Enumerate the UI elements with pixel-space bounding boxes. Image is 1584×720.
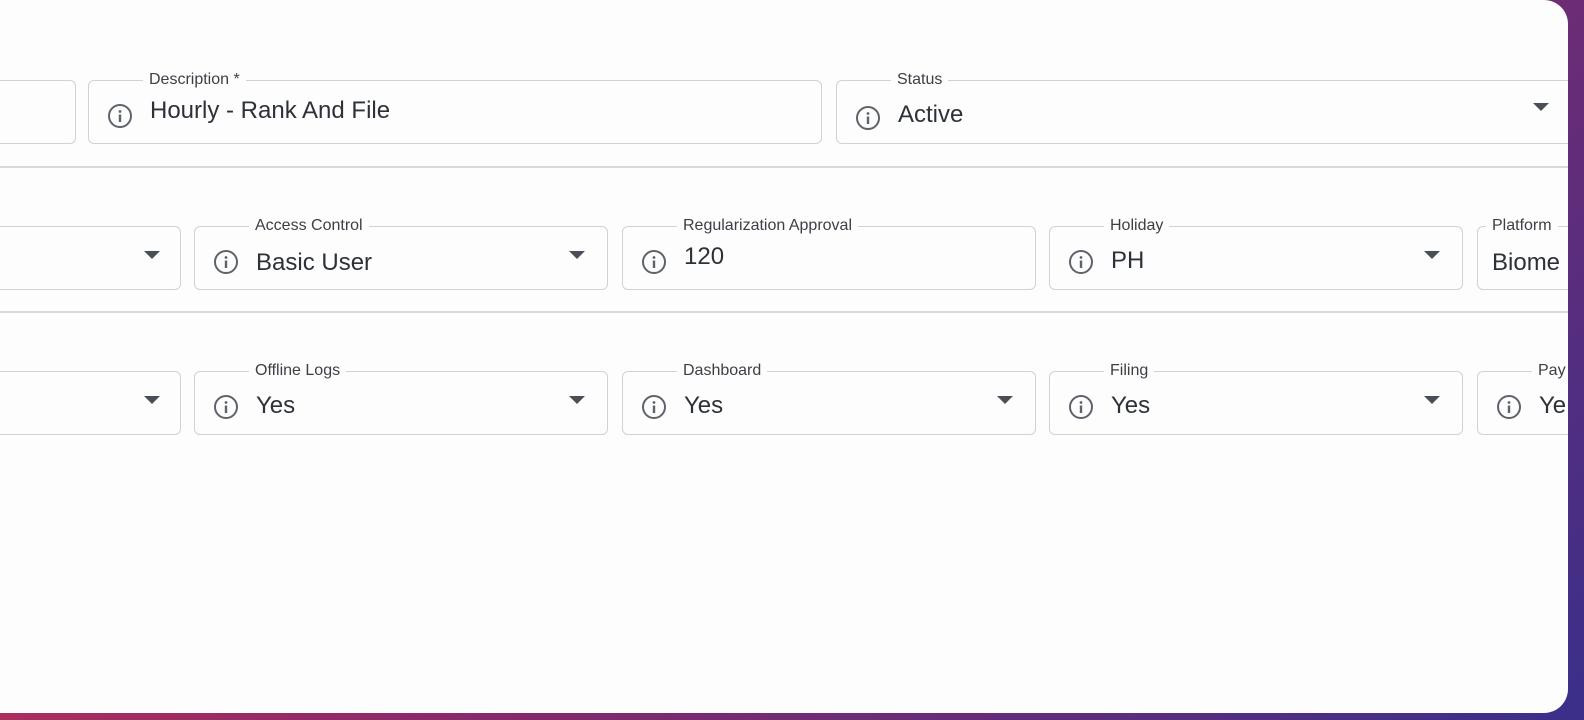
pay-label: Pay bbox=[1532, 362, 1568, 380]
truncated-field-left-row1[interactable] bbox=[0, 80, 76, 144]
filing-select[interactable]: Filing Yes bbox=[1049, 362, 1463, 435]
dashboard-select[interactable]: Dashboard Yes bbox=[622, 362, 1036, 435]
info-icon[interactable] bbox=[855, 105, 881, 131]
section-divider bbox=[0, 166, 1568, 168]
regularization-approval-input[interactable]: 120 bbox=[684, 243, 724, 271]
info-icon[interactable] bbox=[641, 249, 667, 275]
platform-label: Platform bbox=[1486, 217, 1558, 235]
platform-value: Biome bbox=[1492, 249, 1561, 276]
platform-field[interactable]: Platform Biome bbox=[1477, 217, 1568, 290]
section-divider bbox=[0, 311, 1568, 313]
status-select[interactable]: Status Active bbox=[836, 71, 1568, 144]
status-label: Status bbox=[891, 71, 949, 89]
form-card: Description * Hourly - Rank And File Sta… bbox=[0, 0, 1568, 713]
holiday-label: Holiday bbox=[1104, 217, 1170, 235]
info-icon[interactable] bbox=[641, 394, 667, 420]
dropdown-caret-icon[interactable] bbox=[144, 251, 160, 259]
pay-value: Ye bbox=[1539, 392, 1567, 419]
holiday-value: PH bbox=[1111, 247, 1145, 274]
status-value: Active bbox=[898, 101, 964, 128]
info-icon[interactable] bbox=[213, 394, 239, 420]
info-icon[interactable] bbox=[1068, 394, 1094, 420]
truncated-select-left-row2[interactable] bbox=[0, 226, 181, 290]
offline-logs-value: Yes bbox=[256, 392, 296, 419]
dropdown-caret-icon[interactable] bbox=[1533, 103, 1549, 111]
offline-logs-label: Offline Logs bbox=[249, 362, 347, 380]
filing-label: Filing bbox=[1104, 362, 1155, 380]
regularization-approval-label: Regularization Approval bbox=[677, 217, 858, 235]
info-icon[interactable] bbox=[1068, 249, 1094, 275]
dashboard-label: Dashboard bbox=[677, 362, 768, 380]
dropdown-caret-icon[interactable] bbox=[569, 396, 585, 404]
info-icon[interactable] bbox=[107, 103, 133, 129]
dropdown-caret-icon[interactable] bbox=[1424, 251, 1440, 259]
description-label: Description * bbox=[143, 71, 246, 89]
dropdown-caret-icon[interactable] bbox=[144, 396, 160, 404]
info-icon[interactable] bbox=[213, 249, 239, 275]
offline-logs-select[interactable]: Offline Logs Yes bbox=[194, 362, 608, 435]
description-field[interactable]: Description * Hourly - Rank And File bbox=[88, 71, 822, 144]
dashboard-value: Yes bbox=[684, 392, 724, 419]
regularization-approval-field[interactable]: Regularization Approval 120 bbox=[622, 217, 1036, 290]
filing-value: Yes bbox=[1111, 392, 1151, 419]
dropdown-caret-icon[interactable] bbox=[1424, 396, 1440, 404]
truncated-select-left-row3[interactable] bbox=[0, 371, 181, 435]
access-control-label: Access Control bbox=[249, 217, 369, 235]
access-control-select[interactable]: Access Control Basic User bbox=[194, 217, 608, 290]
access-control-value: Basic User bbox=[256, 249, 373, 276]
holiday-select[interactable]: Holiday PH bbox=[1049, 217, 1463, 290]
dropdown-caret-icon[interactable] bbox=[997, 396, 1013, 404]
description-input[interactable]: Hourly - Rank And File bbox=[150, 97, 390, 125]
dropdown-caret-icon[interactable] bbox=[569, 251, 585, 259]
info-icon[interactable] bbox=[1496, 394, 1522, 420]
pay-select[interactable]: Pay Ye bbox=[1477, 362, 1568, 435]
